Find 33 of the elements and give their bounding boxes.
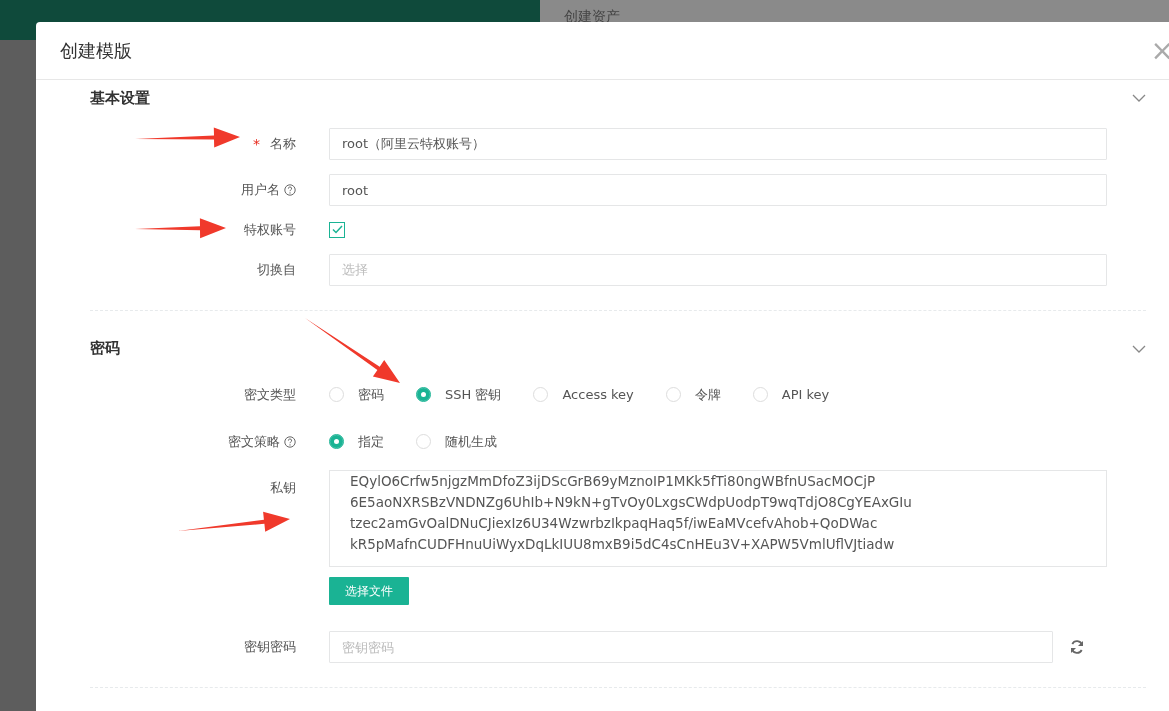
required-mark: * xyxy=(253,134,260,154)
password-field[interactable]: 密钥密码 xyxy=(329,631,1053,663)
radio-label[interactable]: 令牌 xyxy=(694,384,721,404)
select-field[interactable]: 选择 xyxy=(329,253,1107,286)
refresh-icon[interactable] xyxy=(1069,639,1085,655)
field-label: 用户名 xyxy=(241,181,280,200)
page-title: 创建资产 xyxy=(564,8,620,24)
field-label: 名称 xyxy=(270,135,296,154)
help-icon[interactable] xyxy=(284,184,296,196)
help-icon[interactable] xyxy=(284,435,296,448)
radio-label[interactable]: SSH 密钥 xyxy=(445,384,502,404)
input-field[interactable]: root（阿里云特权账号） xyxy=(329,128,1107,160)
radio-label[interactable]: 随机生成 xyxy=(445,432,497,452)
chevron-icon[interactable] xyxy=(1132,344,1146,353)
field-label: 密文类型 xyxy=(244,385,296,404)
section-title: 密码 xyxy=(90,338,120,360)
field-label: 密钥密码 xyxy=(244,638,296,657)
radio-label[interactable]: Access key xyxy=(562,384,634,404)
radio-button[interactable] xyxy=(416,386,431,402)
input-field[interactable]: root xyxy=(329,174,1107,206)
field-label: 密文策略 xyxy=(228,433,280,451)
field-label: 切换自 xyxy=(257,260,296,279)
text-area[interactable]: EQylO6Crfw5njgzMmDfoZ3ijDScGrB69yMznoIP1MKk5fTi80ngWBfnUSacMOCjP 6E5aoNXRSBzVNDNZg6UhIb+N9kN+gTvOy0LxgsCWdpUodpT9wqTdjO8CgYEAxGIu tzec2amGvOalDNuCJiexIz6U34WzwrbzIkpaqHaq5f/iwEaMVcefvAhob+QoDWac kR5pMafnCUDFHnuUiWyxDqLkIUU8mxB9i5dC4sCnHEu3V+XAPW5VmlUflVJtiadw xyxy=(329,469,1107,567)
radio-label[interactable]: 密码 xyxy=(358,384,384,404)
chevron-icon[interactable] xyxy=(1132,94,1146,102)
field-label: 私钥 xyxy=(270,478,296,497)
checkbox[interactable] xyxy=(329,221,345,238)
section-title: 基本设置 xyxy=(90,87,150,109)
field-label: 特权账号 xyxy=(244,221,296,239)
modal-title: 创建模版 xyxy=(60,39,132,63)
radio-label[interactable]: 指定 xyxy=(358,432,384,452)
radio-label[interactable]: API key xyxy=(781,384,830,404)
radio-button[interactable] xyxy=(329,434,344,450)
